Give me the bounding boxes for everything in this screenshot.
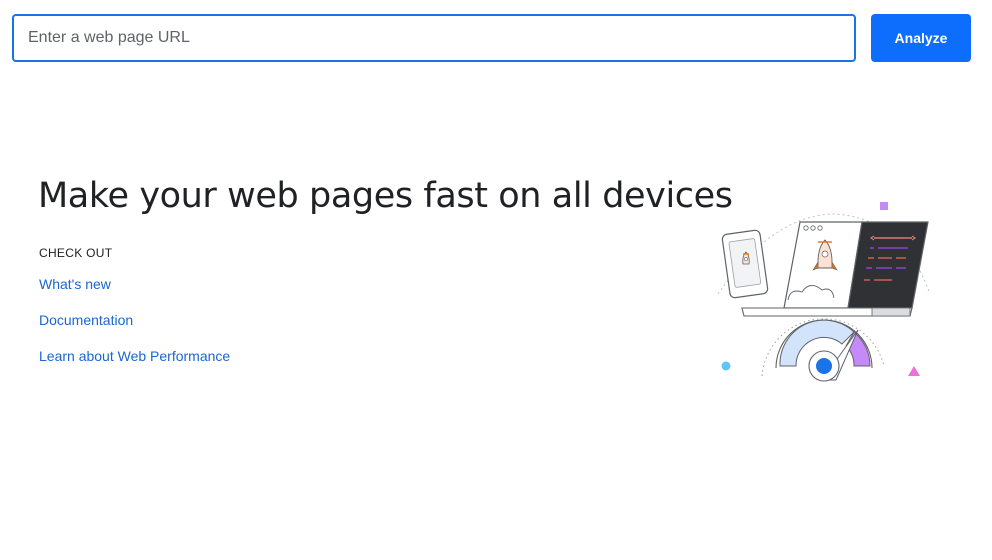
documentation-link[interactable]: Documentation xyxy=(39,312,133,328)
devices-speed-gauge-illustration xyxy=(717,202,931,382)
square-decoration xyxy=(880,202,888,210)
triangle-decoration xyxy=(908,366,920,376)
page-title: Make your web pages fast on all devices xyxy=(38,176,733,216)
monitor-icon xyxy=(741,221,929,317)
whats-new-link[interactable]: What's new xyxy=(39,276,111,292)
circle-decoration xyxy=(721,361,731,371)
phone-icon xyxy=(721,229,769,299)
url-input[interactable] xyxy=(14,16,854,60)
learn-web-performance-link[interactable]: Learn about Web Performance xyxy=(39,348,230,364)
analyze-button[interactable]: Analyze xyxy=(871,14,971,62)
url-search-bar[interactable] xyxy=(12,14,856,62)
speed-gauge-icon xyxy=(761,318,885,382)
check-out-heading: CHECK OUT xyxy=(39,246,113,260)
